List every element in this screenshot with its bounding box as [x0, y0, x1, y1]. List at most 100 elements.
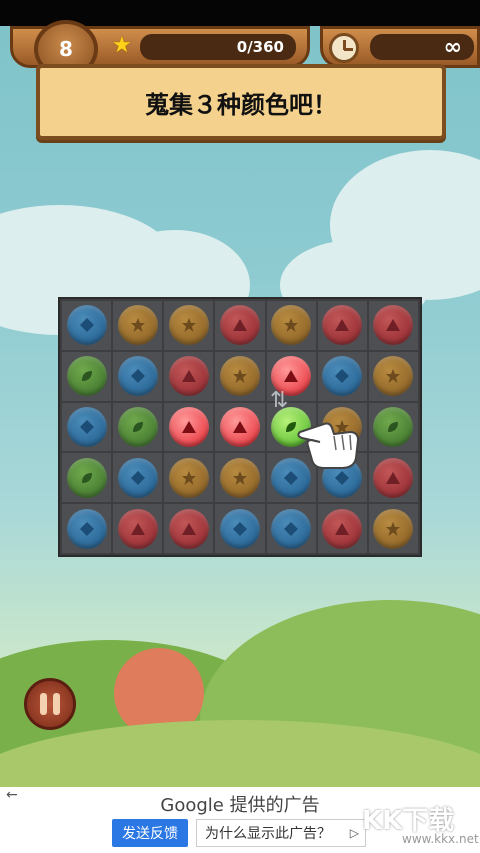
green-gem[interactable]: [66, 457, 107, 498]
time-value: ∞: [443, 34, 462, 60]
orange-gem[interactable]: [271, 305, 312, 346]
orange-gem[interactable]: [219, 457, 260, 498]
red-gem-symbol-icon: [181, 370, 196, 383]
green-gem[interactable]: [117, 406, 158, 447]
goal-banner: 蒐集３种颜色吧！: [36, 64, 446, 140]
board-cell[interactable]: [113, 351, 163, 401]
board-cell[interactable]: [266, 301, 316, 350]
board-cell[interactable]: [62, 402, 112, 452]
board-cell[interactable]: [215, 402, 265, 452]
pause-icon: [53, 693, 60, 715]
moves-value: 8: [59, 37, 73, 61]
red-gem[interactable]: [373, 305, 414, 346]
board-cell[interactable]: [113, 453, 163, 503]
blue-gem[interactable]: [117, 457, 158, 498]
orange-gem-symbol-icon: [386, 521, 401, 536]
pause-icon: [40, 693, 47, 715]
ad-play-icon: ▷: [349, 826, 359, 840]
board-cell[interactable]: [62, 504, 112, 553]
red-gem-symbol-icon: [335, 522, 350, 535]
red-gem-symbol-icon: [386, 471, 401, 484]
board-cell[interactable]: [266, 504, 316, 553]
green-gem[interactable]: [373, 406, 414, 447]
pointing-hand-icon: [297, 422, 360, 469]
blue-gem[interactable]: [219, 508, 260, 549]
board-cell[interactable]: [164, 402, 214, 452]
red-gem[interactable]: [219, 305, 260, 346]
red-gem[interactable]: [322, 508, 363, 549]
ad-feedback-button[interactable]: 发送反馈: [112, 819, 188, 847]
blue-gem[interactable]: [66, 508, 107, 549]
orange-gem[interactable]: [117, 305, 158, 346]
gem-board[interactable]: [58, 297, 422, 557]
board-cell[interactable]: [164, 301, 214, 350]
blue-gem[interactable]: [117, 356, 158, 397]
board-cell[interactable]: [62, 453, 112, 503]
red-gem-symbol-icon: [284, 370, 299, 383]
green-gem-symbol-icon: [81, 371, 92, 382]
orange-gem[interactable]: [168, 305, 209, 346]
score-display: 0/360: [140, 34, 296, 60]
board-cell[interactable]: [164, 351, 214, 401]
watermark-logo: KK下载 www.kkx.net: [362, 800, 479, 850]
blue-gem-symbol-icon: [232, 521, 247, 536]
green-gem[interactable]: [66, 356, 107, 397]
clock-icon: [329, 33, 359, 63]
board-cell[interactable]: [113, 504, 163, 553]
time-display: ∞: [370, 34, 474, 60]
watermark-url: www.kkx.net: [402, 832, 479, 846]
blue-gem-symbol-icon: [79, 521, 94, 536]
board-cell[interactable]: [164, 504, 214, 553]
blue-gem[interactable]: [66, 406, 107, 447]
orange-gem[interactable]: [219, 356, 260, 397]
board-cell[interactable]: [113, 402, 163, 452]
orange-gem-symbol-icon: [386, 369, 401, 384]
orange-gem[interactable]: [373, 356, 414, 397]
board-cell[interactable]: [215, 351, 265, 401]
board-cell[interactable]: [368, 453, 418, 503]
ad-why-label: 为什么显示此广告？: [205, 826, 331, 842]
red-gem-symbol-icon: [181, 420, 196, 433]
board-cell[interactable]: [113, 301, 163, 350]
red-gem[interactable]: [117, 508, 158, 549]
blue-gem[interactable]: [271, 508, 312, 549]
pause-button[interactable]: [24, 678, 76, 730]
orange-gem-symbol-icon: [232, 470, 247, 485]
red-gem[interactable]: [373, 457, 414, 498]
orange-gem-symbol-icon: [232, 369, 247, 384]
blue-gem-symbol-icon: [130, 369, 145, 384]
green-gem-symbol-icon: [132, 421, 143, 432]
red-gem[interactable]: [168, 508, 209, 549]
board-cell[interactable]: [368, 301, 418, 350]
board-cell[interactable]: [62, 301, 112, 350]
game-screen: 8 ★ 0/360 ∞ 蒐集３种颜色吧！ ⇅ ← Google 提供的广告 发送…: [0, 0, 480, 853]
red-gem[interactable]: [322, 305, 363, 346]
green-gem-symbol-icon: [388, 421, 399, 432]
orange-gem[interactable]: [373, 508, 414, 549]
red-gem-symbol-icon: [232, 420, 247, 433]
blue-gem-symbol-icon: [284, 470, 299, 485]
board-cell[interactable]: [368, 504, 418, 553]
board-cell[interactable]: [215, 301, 265, 350]
blue-gem-symbol-icon: [335, 369, 350, 384]
blue-gem[interactable]: [322, 356, 363, 397]
swap-arrows-icon: ⇅: [270, 388, 289, 413]
ad-why-button[interactable]: 为什么显示此广告？ ▷: [196, 819, 366, 847]
red-gem[interactable]: [168, 406, 209, 447]
blue-gem[interactable]: [66, 305, 107, 346]
board-cell[interactable]: [317, 504, 367, 553]
orange-gem[interactable]: [168, 457, 209, 498]
red-gem-symbol-icon: [335, 319, 350, 332]
board-cell[interactable]: [317, 351, 367, 401]
orange-gem-symbol-icon: [130, 318, 145, 333]
red-gem[interactable]: [168, 356, 209, 397]
board-cell[interactable]: [368, 402, 418, 452]
board-cell[interactable]: [62, 351, 112, 401]
board-cell[interactable]: [215, 453, 265, 503]
board-cell[interactable]: [215, 504, 265, 553]
board-cell[interactable]: [368, 351, 418, 401]
red-gem-symbol-icon: [130, 522, 145, 535]
red-gem[interactable]: [219, 406, 260, 447]
board-cell[interactable]: [317, 301, 367, 350]
board-cell[interactable]: [164, 453, 214, 503]
